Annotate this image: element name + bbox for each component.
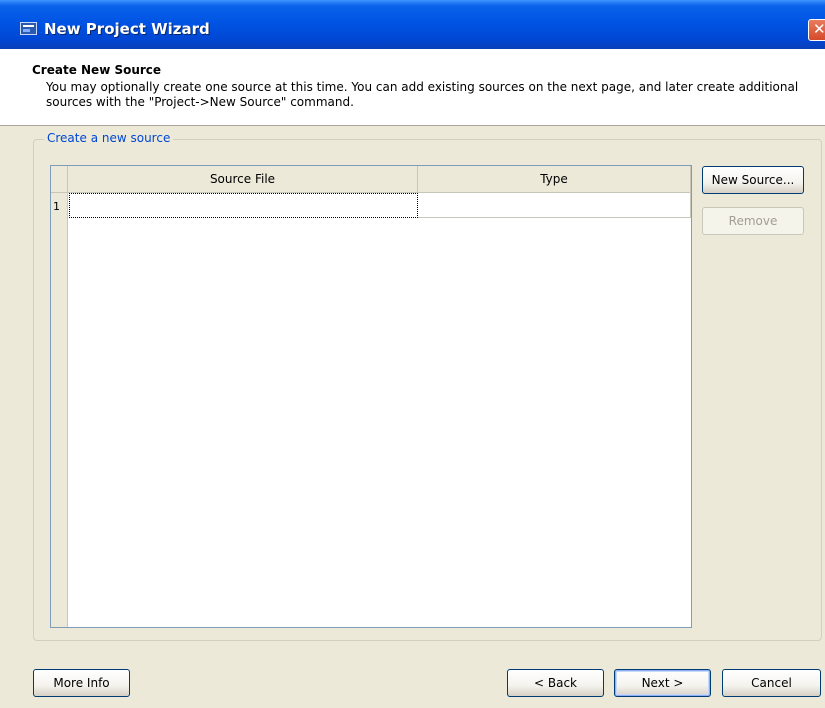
cell-source-file[interactable]	[69, 193, 418, 218]
wizard-header: Create New Source You may optionally cre…	[0, 49, 825, 126]
back-button[interactable]: < Back	[507, 669, 604, 697]
corner-header	[51, 166, 68, 193]
cell-type[interactable]	[418, 193, 691, 218]
row-header-column	[51, 166, 68, 627]
group-legend: Create a new source	[44, 131, 174, 145]
column-header-source-file[interactable]: Source File	[68, 166, 418, 193]
source-table[interactable]: Source File Type 1	[50, 165, 692, 628]
page-description: You may optionally create one source at …	[46, 80, 799, 109]
more-info-button[interactable]: More Info	[33, 669, 130, 697]
close-button[interactable]: ✕	[808, 19, 825, 41]
close-icon: ✕	[813, 20, 825, 38]
window-title: New Project Wizard	[44, 20, 210, 38]
next-button[interactable]: Next >	[614, 669, 711, 697]
remove-button[interactable]: Remove	[702, 207, 804, 235]
row-number: 1	[53, 200, 60, 213]
column-header-type[interactable]: Type	[418, 166, 691, 193]
app-icon	[20, 22, 37, 35]
title-bar[interactable]: New Project Wizard ✕	[0, 0, 825, 49]
cancel-button[interactable]: Cancel	[722, 669, 821, 697]
new-source-button[interactable]: New Source...	[702, 166, 804, 194]
page-title: Create New Source	[32, 63, 162, 77]
